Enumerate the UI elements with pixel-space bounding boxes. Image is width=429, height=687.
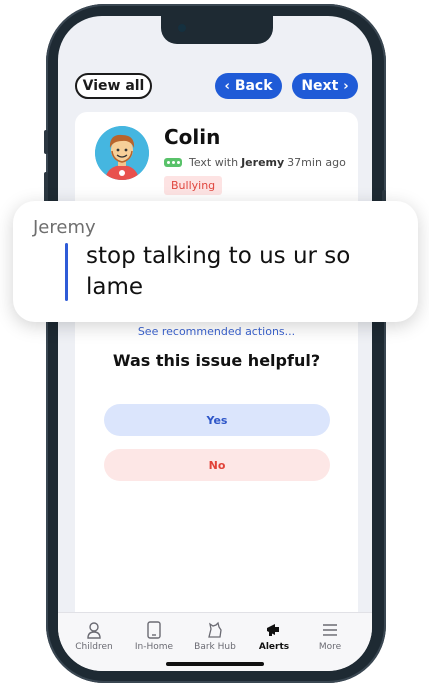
quote-bar xyxy=(65,243,68,301)
time-ago: 37min ago xyxy=(287,156,346,169)
no-button[interactable]: No xyxy=(104,449,330,481)
menu-icon xyxy=(323,624,337,636)
chevron-left-icon: ‹ xyxy=(224,78,230,94)
message-text: stop talking to us ur so lame xyxy=(86,243,351,300)
next-button[interactable]: Next › xyxy=(292,73,358,99)
tab-in-home[interactable]: In-Home xyxy=(125,621,183,652)
next-label: Next xyxy=(301,78,339,94)
tab-more[interactable]: More xyxy=(301,621,359,652)
tab-label: In-Home xyxy=(134,642,174,652)
message-bubble: Jeremy stop talking to us ur so lame xyxy=(13,201,418,322)
channel-label: Text with xyxy=(189,156,239,169)
tab-label: Children xyxy=(75,642,113,652)
yes-label: Yes xyxy=(206,413,228,427)
message-sender: Jeremy xyxy=(33,217,96,238)
notch xyxy=(161,16,273,44)
contact-name: Jeremy xyxy=(241,156,285,169)
tab-label: Alerts xyxy=(258,642,290,652)
alert-meta: Text with Jeremy 37min ago xyxy=(164,156,346,169)
camera xyxy=(178,24,186,32)
tablet-icon xyxy=(147,621,161,639)
category-badge: Bullying xyxy=(164,176,223,195)
phone-screen: View all ‹ Back Next › Colin Text with J… xyxy=(58,16,372,671)
chevron-right-icon: › xyxy=(343,78,349,94)
avatar xyxy=(95,126,149,180)
chat-icon xyxy=(164,158,182,167)
tab-bark-hub[interactable]: Bark Hub xyxy=(186,621,244,652)
tab-alerts[interactable]: Alerts xyxy=(245,621,303,652)
tab-label: Bark Hub xyxy=(194,642,236,652)
phone-side-button xyxy=(44,130,48,154)
tab-label: More xyxy=(318,642,342,652)
child-name: Colin xyxy=(164,125,221,149)
view-all-label: View all xyxy=(82,78,145,94)
no-label: No xyxy=(208,458,226,472)
view-all-button[interactable]: View all xyxy=(75,73,152,99)
back-button[interactable]: ‹ Back xyxy=(215,73,282,99)
helpful-question: Was this issue helpful? xyxy=(112,351,321,370)
alert-card: Colin Text with Jeremy 37min ago Bullyin… xyxy=(75,112,358,632)
child-icon xyxy=(87,622,101,639)
back-label: Back xyxy=(234,78,273,94)
dog-icon xyxy=(208,621,222,638)
see-recommended-actions-link[interactable]: See recommended actions... xyxy=(75,325,358,338)
home-indicator xyxy=(166,662,264,666)
yes-button[interactable]: Yes xyxy=(104,404,330,436)
tab-children[interactable]: Children xyxy=(65,621,123,652)
megaphone-icon xyxy=(267,624,279,636)
